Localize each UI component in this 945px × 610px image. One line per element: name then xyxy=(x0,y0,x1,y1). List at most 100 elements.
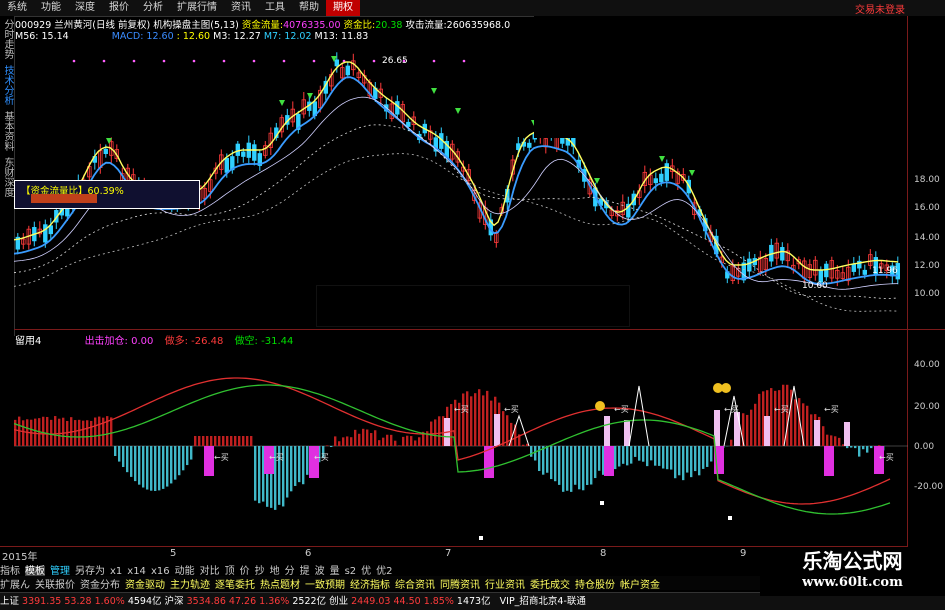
histogram-bar xyxy=(154,446,156,491)
histogram-bar xyxy=(162,446,164,489)
histogram-bar xyxy=(730,440,732,446)
histogram-bar xyxy=(250,436,252,446)
histogram-bar xyxy=(570,446,572,492)
function-tab[interactable]: 扩展ん xyxy=(0,580,30,591)
trade-login-status[interactable]: 交易未登录 xyxy=(855,1,905,16)
function-tab[interactable]: 一致预期 xyxy=(305,580,345,591)
menu-item-depth[interactable]: 深度 xyxy=(68,0,102,16)
histogram-bar xyxy=(174,446,176,480)
menu-item-options[interactable]: 期权 xyxy=(326,0,360,16)
function-tab[interactable]: 行业资讯 xyxy=(485,580,525,591)
sub-indicator-chart[interactable]: ←买←买←买←买←买←买←买←买←买←买 xyxy=(14,346,908,544)
menu-item-tools[interactable]: 工具 xyxy=(258,0,292,16)
histogram-bar xyxy=(362,429,364,446)
function-tab[interactable]: 持仓股份 xyxy=(575,580,615,591)
side-tabs: 分时走势 技术分析 基本资料 东财深度 xyxy=(0,16,15,336)
menu-item-function[interactable]: 功能 xyxy=(34,0,68,16)
stock-name: 兰州黄河(日线 前复权) xyxy=(54,20,150,31)
function-tab[interactable]: 主力轨迹 xyxy=(170,580,210,591)
signal-bar xyxy=(824,446,834,476)
coin-marker xyxy=(721,383,731,393)
bottom-marker xyxy=(728,516,732,520)
side-tab-technical[interactable]: 技术分析 xyxy=(0,62,15,108)
histogram-bar xyxy=(590,446,592,485)
histogram-bar xyxy=(566,446,568,491)
side-tab-intraday[interactable]: 分时走势 xyxy=(0,16,15,62)
histogram-bar xyxy=(658,446,660,466)
histogram-bar xyxy=(878,445,880,446)
histogram-bar xyxy=(686,446,688,473)
histogram-bar xyxy=(290,446,292,491)
histogram-bar xyxy=(226,436,228,446)
histogram-bar xyxy=(194,436,196,446)
cy-index-label[interactable]: 创业 xyxy=(329,596,348,607)
histogram-bar xyxy=(490,401,492,446)
menu-item-quote[interactable]: 报价 xyxy=(102,0,136,16)
histogram-bar xyxy=(530,446,532,457)
signal-dot xyxy=(223,60,226,63)
histogram-bar xyxy=(386,435,388,446)
side-tab-depth[interactable]: 东财深度 xyxy=(0,154,15,200)
function-tab[interactable]: 关联报价 xyxy=(35,580,75,591)
function-tab[interactable]: 资金驱动 xyxy=(125,580,165,591)
server-name[interactable]: VIP_招商北京4-联通 xyxy=(500,596,586,607)
function-tab[interactable]: 综合资讯 xyxy=(395,580,435,591)
function-tab[interactable]: 经济指标 xyxy=(350,580,390,591)
histogram-bar xyxy=(334,436,336,446)
date-month: 6 xyxy=(305,548,311,559)
histogram-bar xyxy=(238,436,240,446)
sz-index-label[interactable]: 沪深 xyxy=(165,596,184,607)
histogram-bar xyxy=(58,419,60,446)
histogram-bar xyxy=(534,446,536,461)
candle-body xyxy=(253,145,257,161)
histogram-bar xyxy=(158,446,160,490)
site-watermark: 乐淘公式网 www.60lt.com xyxy=(760,548,945,596)
histogram-bar xyxy=(478,389,480,446)
function-tab[interactable]: 热点题材 xyxy=(260,580,300,591)
buy-label: ←买 xyxy=(504,405,519,414)
price-axis: 18.00 16.00 14.00 12.00 10.00 xyxy=(908,140,945,330)
side-tab-fundamentals[interactable]: 基本资料 xyxy=(0,108,15,154)
histogram-bar xyxy=(366,430,368,446)
sub-y-label: 0.00 xyxy=(914,442,934,452)
histogram-bar xyxy=(694,446,696,471)
m7-value: M7: 12.02 xyxy=(264,31,312,42)
menu-item-ext-market[interactable]: 扩展行情 xyxy=(170,0,224,16)
signal-bar xyxy=(764,416,770,446)
function-tab[interactable]: 逐笔委托 xyxy=(215,580,255,591)
function-tab[interactable]: 委托成交 xyxy=(530,580,570,591)
histogram-bar xyxy=(206,436,208,446)
histogram-bar xyxy=(186,446,188,465)
menu-item-analysis[interactable]: 分析 xyxy=(136,0,170,16)
sh-index-label[interactable]: 上证 xyxy=(0,596,19,607)
histogram-bar xyxy=(418,437,420,446)
function-tab[interactable]: 同腾资讯 xyxy=(440,580,480,591)
histogram-bar xyxy=(826,435,828,446)
histogram-bar xyxy=(586,446,588,485)
indicator-name[interactable]: 机构操盘主图(5,13) xyxy=(153,20,239,31)
function-tab[interactable]: 帐户资金 xyxy=(620,580,660,591)
histogram-bar xyxy=(838,438,840,446)
histogram-bar xyxy=(670,446,672,470)
signal-bar xyxy=(204,446,214,476)
sz-index-vol: 2522亿 xyxy=(292,596,326,607)
menu-item-system[interactable]: 系统 xyxy=(0,0,34,16)
function-tab[interactable]: 资金分布 xyxy=(80,580,120,591)
histogram-bar xyxy=(118,446,120,462)
fund-ratio-label: 资金比: xyxy=(344,20,376,31)
menu-item-help[interactable]: 帮助 xyxy=(292,0,326,16)
histogram-bar xyxy=(146,446,148,490)
histogram-bar xyxy=(182,446,184,470)
histogram-bar xyxy=(330,446,332,447)
histogram-bar xyxy=(810,414,812,446)
histogram-bar xyxy=(558,446,560,485)
chart-title-bar: 000929 兰州黄河(日线 前复权) 机构操盘主图(5,13) 资金流量:40… xyxy=(15,17,510,30)
histogram-bar xyxy=(710,446,712,462)
candle-body xyxy=(665,164,669,181)
menu-item-news[interactable]: 资讯 xyxy=(224,0,258,16)
last-price-annotation: 11.96 xyxy=(872,266,898,276)
histogram-bar xyxy=(642,446,644,462)
candle-body xyxy=(104,149,108,153)
fund-flow-label: 资金流量: xyxy=(242,20,283,31)
histogram-bar xyxy=(834,436,836,446)
